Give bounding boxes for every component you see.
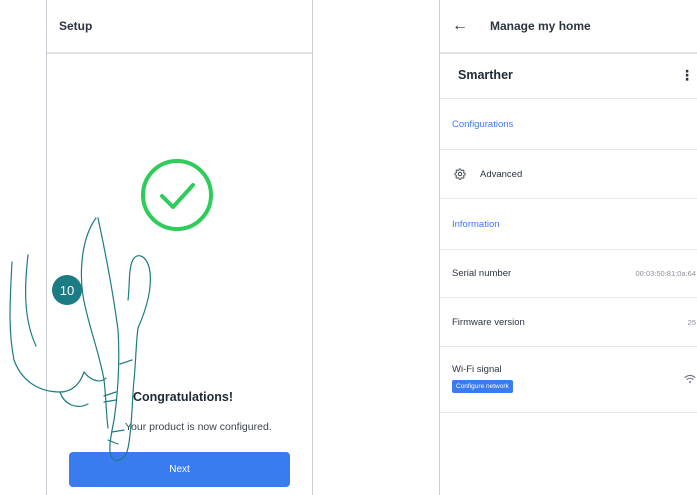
information-section-header: Information — [440, 199, 697, 250]
firmware-version-label: Firmware version — [452, 316, 525, 328]
congratulations-title: Congratulations! — [133, 390, 233, 404]
serial-number-label: Serial number — [452, 268, 512, 279]
configurations-section-header: Configurations — [440, 99, 697, 150]
success-check-icon — [141, 159, 213, 231]
next-button-label: Next — [169, 464, 190, 475]
setup-header: Setup — [47, 0, 312, 54]
advanced-row[interactable]: Advanced — [440, 150, 697, 199]
next-button[interactable]: Next — [69, 452, 290, 487]
manage-home-header: ← Manage my home — [440, 0, 697, 54]
wifi-signal-label: Wi-Fi signal — [452, 364, 502, 375]
home-name: Smarther — [458, 68, 513, 82]
advanced-label: Advanced — [480, 168, 523, 180]
gear-icon — [454, 168, 466, 180]
serial-number-value: 00:03:50:81:0a:64 — [635, 269, 696, 278]
page-title: Setup — [59, 19, 93, 33]
firmware-version-row: Firmware version 25 — [440, 298, 697, 347]
step-number-badge: 10 — [52, 275, 82, 305]
configure-network-button[interactable]: Configure network — [452, 380, 513, 393]
configurations-title: Configurations — [452, 118, 514, 130]
wifi-icon — [684, 374, 696, 383]
configured-message: Your product is now configured. — [125, 421, 272, 433]
firmware-version-value: 25 — [687, 317, 696, 327]
kebab-menu-icon[interactable]: ⋮ — [680, 67, 694, 84]
page-title: Manage my home — [490, 19, 591, 33]
information-title: Information — [452, 218, 500, 230]
home-row: Smarther ⋮ — [440, 52, 697, 99]
setup-screen: Setup Congratulations! Your product is n… — [46, 0, 313, 495]
arrow-left-icon[interactable]: ← — [452, 17, 470, 35]
serial-number-row: Serial number 00:03:50:81:0a:64 — [440, 250, 697, 298]
manage-home-screen: ← Manage my home Smarther ⋮ Configuratio… — [439, 0, 697, 495]
